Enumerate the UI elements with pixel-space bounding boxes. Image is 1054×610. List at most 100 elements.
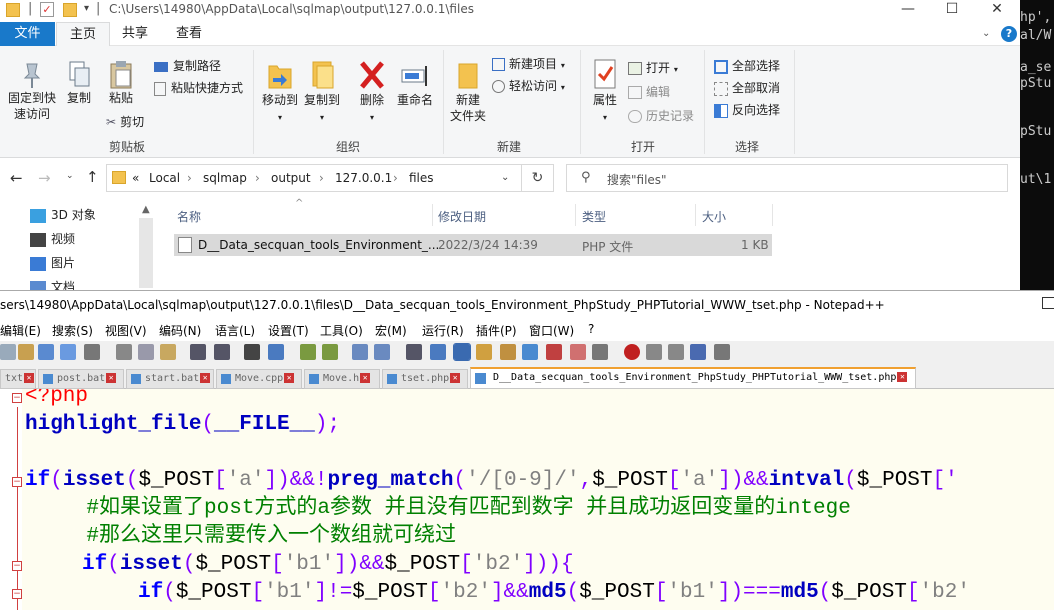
nav-item-pictures[interactable]: 图片 xyxy=(30,254,75,271)
open-file-icon[interactable] xyxy=(18,344,34,360)
breadcrumb-output[interactable]: output xyxy=(271,171,311,185)
tab-file[interactable]: 文件 xyxy=(0,22,55,46)
new-folder-button[interactable]: 新建 文件夹 xyxy=(448,60,488,124)
sync-vertical-icon[interactable] xyxy=(352,344,368,360)
column-size[interactable]: 大小 xyxy=(702,208,726,225)
code-editor[interactable]: − − − − <?php highlight_file(__FILE__); … xyxy=(0,389,1054,610)
find-icon[interactable] xyxy=(244,344,260,360)
new-file-icon[interactable] xyxy=(0,344,16,360)
recent-locations-icon[interactable]: ⌄ xyxy=(66,171,74,181)
nav-item-documents[interactable]: 文档 xyxy=(30,278,75,290)
monitoring-icon[interactable] xyxy=(592,344,608,360)
customize-quick-access-icon[interactable]: ▾ xyxy=(84,3,89,14)
menu-view[interactable]: 视图(V) xyxy=(105,322,147,339)
breadcrumb-files[interactable]: files xyxy=(409,171,434,185)
menu-run[interactable]: 运行(R) xyxy=(422,322,464,339)
menu-macro[interactable]: 宏(M) xyxy=(375,322,407,339)
address-bar[interactable]: « Local › sqlmap › output › 127.0.0.1 › … xyxy=(106,164,522,192)
doc-map-icon[interactable] xyxy=(500,344,516,360)
breadcrumb-local[interactable]: Local xyxy=(149,171,180,185)
folder-workspace-icon[interactable] xyxy=(546,344,562,360)
close-icon[interactable]: ✕ xyxy=(897,372,908,382)
refresh-button[interactable]: ↻ xyxy=(522,164,554,192)
address-dropdown-icon[interactable]: ⌄ xyxy=(501,172,509,183)
delete-button[interactable]: 删除 ▾ xyxy=(354,58,390,126)
select-none-button[interactable]: 全部取消 xyxy=(714,80,780,96)
breadcrumb-sqlmap[interactable]: sqlmap xyxy=(203,171,247,185)
close-icon[interactable]: ✕ xyxy=(360,373,371,383)
pin-quick-access-button[interactable]: 固定到快 速访问 xyxy=(4,60,60,122)
paste-icon[interactable] xyxy=(160,344,176,360)
scroll-up-icon[interactable]: ▲ xyxy=(142,204,150,215)
save-icon[interactable] xyxy=(38,344,54,360)
properties-button[interactable]: 属性 ▾ xyxy=(588,58,622,126)
nav-item-3d-objects[interactable]: 3D 对象 xyxy=(30,206,96,223)
cut-button[interactable]: ✂ 剪切 xyxy=(106,114,144,130)
breadcrumb-host[interactable]: 127.0.0.1 xyxy=(335,171,392,185)
minimize-button[interactable]: — xyxy=(888,0,928,20)
file-tab[interactable]: post.bat ✕ xyxy=(38,369,124,389)
save-all-icon[interactable] xyxy=(60,344,76,360)
tab-home[interactable]: 主页 xyxy=(56,22,110,46)
breadcrumb-overflow[interactable]: « xyxy=(132,171,139,185)
fold-toggle-icon[interactable]: − xyxy=(12,561,22,571)
redo-icon[interactable] xyxy=(214,344,230,360)
new-item-button[interactable]: 新建项目 ▾ xyxy=(492,56,565,74)
maximize-button[interactable]: ☐ xyxy=(932,0,972,20)
close-icon[interactable]: ✕ xyxy=(106,373,117,383)
nav-scrollbar[interactable] xyxy=(139,218,153,288)
close-icon[interactable]: ✕ xyxy=(284,373,295,383)
menu-search[interactable]: 搜索(S) xyxy=(52,322,93,339)
file-tab[interactable]: tset.php ✕ xyxy=(382,369,468,389)
new-folder-quick-icon[interactable] xyxy=(63,3,77,17)
forward-arrow-icon[interactable]: → xyxy=(38,169,51,187)
close-icon[interactable]: ✕ xyxy=(200,373,211,383)
open-button[interactable]: 打开 ▾ xyxy=(628,60,678,78)
show-all-characters-icon[interactable] xyxy=(430,344,446,360)
select-all-button[interactable]: 全部选择 xyxy=(714,58,780,74)
up-arrow-icon[interactable]: ↑ xyxy=(86,168,99,186)
word-wrap-icon[interactable] xyxy=(406,344,422,360)
run-macro-multiple-icon[interactable] xyxy=(690,344,706,360)
edit-button[interactable]: 编辑 xyxy=(628,84,670,100)
close-button[interactable]: ✕ xyxy=(977,0,1017,20)
tab-view[interactable]: 查看 xyxy=(166,22,212,46)
indent-guide-icon[interactable] xyxy=(453,343,471,361)
column-name[interactable]: 名称 xyxy=(177,208,201,225)
history-button[interactable]: 历史记录 xyxy=(628,108,694,124)
menu-settings[interactable]: 设置(T) xyxy=(268,322,309,339)
menu-encoding[interactable]: 编码(N) xyxy=(159,322,201,339)
menu-help[interactable]: ? xyxy=(588,322,594,336)
replace-icon[interactable] xyxy=(268,344,284,360)
print-icon[interactable] xyxy=(84,344,100,360)
play-macro-icon[interactable] xyxy=(668,344,684,360)
close-icon[interactable]: ✕ xyxy=(450,373,461,383)
copy-path-button[interactable]: 复制路径 xyxy=(154,58,221,74)
paste-shortcut-button[interactable]: 粘贴快捷方式 xyxy=(154,80,243,96)
file-tab[interactable]: Move.h ✕ xyxy=(304,369,380,389)
doc-list-icon[interactable] xyxy=(570,344,586,360)
menu-edit[interactable]: 编辑(E) xyxy=(0,322,41,339)
cut-icon[interactable] xyxy=(116,344,132,360)
file-tab[interactable]: Move.cpp ✕ xyxy=(216,369,302,389)
close-icon[interactable]: ✕ xyxy=(24,373,35,383)
easy-access-button[interactable]: 轻松访问 ▾ xyxy=(492,78,565,96)
menu-tools[interactable]: 工具(O) xyxy=(320,322,363,339)
fold-toggle-icon[interactable]: − xyxy=(12,589,22,599)
properties-quick-icon[interactable]: ✓ xyxy=(40,2,54,17)
copy-to-button[interactable]: 复制到 ▾ xyxy=(302,58,342,126)
copy-icon[interactable] xyxy=(138,344,154,360)
help-icon[interactable]: ? xyxy=(1001,26,1017,42)
record-macro-icon[interactable] xyxy=(624,344,640,360)
invert-selection-button[interactable]: 反向选择 xyxy=(714,102,780,118)
zoom-in-icon[interactable] xyxy=(300,344,316,360)
file-tab[interactable]: start.bat ✕ xyxy=(126,369,214,389)
menu-plugins[interactable]: 插件(P) xyxy=(476,322,517,339)
file-row[interactable]: D__Data_secquan_tools_Environment_... 20… xyxy=(174,234,772,256)
file-tab[interactable]: txt ✕ xyxy=(0,369,36,389)
nav-item-videos[interactable]: 视频 xyxy=(30,230,75,247)
sync-horizontal-icon[interactable] xyxy=(374,344,390,360)
maximize-button[interactable] xyxy=(1042,297,1054,309)
paste-button[interactable]: 粘贴 xyxy=(104,60,138,106)
copy-button[interactable]: 复制 xyxy=(62,60,96,106)
